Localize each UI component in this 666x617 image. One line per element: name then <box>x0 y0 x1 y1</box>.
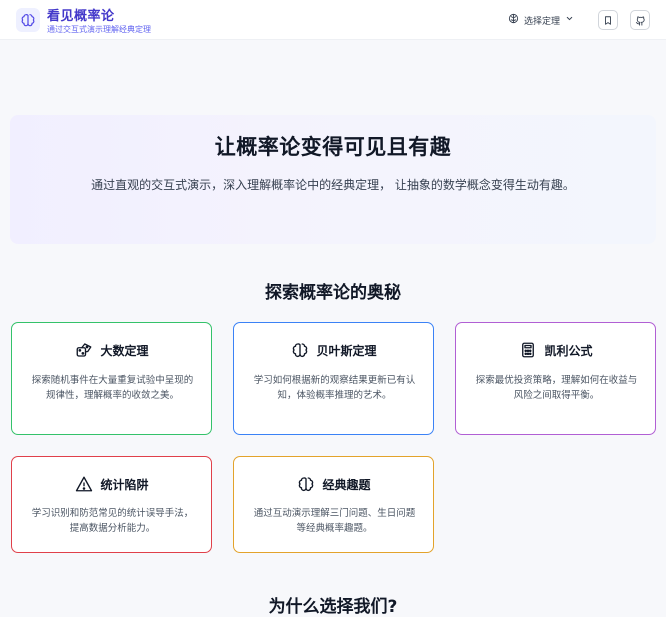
theme-select-dropdown[interactable]: 选择定理 <box>508 12 574 28</box>
hero-title: 让概率论变得可见且有趣 <box>214 135 452 159</box>
app-subtitle: 通过交互式演示理解经典定理 <box>47 25 151 34</box>
why-us-title: 为什么选择我们? <box>268 597 398 617</box>
card-description: 探索最优投资策略，理解如何在收益与风险之间取得平衡。 <box>475 375 638 401</box>
card-description: 探索随机事件在大量重复试验中呈现的规律性，理解概率的收敛之美。 <box>31 375 194 401</box>
brain-icon <box>290 340 310 360</box>
card-classic-puzzles[interactable]: 经典趣题 通过互动演示理解三门问题、生日问题等经典概率趣题。 <box>233 456 434 553</box>
card-title: 贝叶斯定理 <box>316 343 377 358</box>
chevron-down-icon <box>565 14 574 26</box>
calculator-icon <box>518 340 538 360</box>
card-title: 大数定理 <box>100 343 149 358</box>
hero-subtitle: 通过直观的交互式演示，深入理解概率论中的经典定理， 让抽象的数学概念变得生动有趣… <box>91 178 575 192</box>
github-icon <box>635 11 646 30</box>
warning-icon <box>74 474 94 494</box>
app-header: 看见概率论 通过交互式演示理解经典定理 选择定理 <box>0 0 666 40</box>
dice-icon <box>74 340 94 360</box>
bookmark-button[interactable] <box>598 10 618 30</box>
card-description: 通过互动演示理解三门问题、生日问题等经典概率趣题。 <box>253 508 416 534</box>
card-description: 学习识别和防范常见的统计误导手法，提高数据分析能力。 <box>31 508 194 534</box>
theme-select-label: 选择定理 <box>524 16 561 27</box>
card-kelly-formula[interactable]: 凯利公式 探索最优投资策略，理解如何在收益与风险之间取得平衡。 <box>455 322 656 435</box>
github-button[interactable] <box>630 10 650 30</box>
brain-icon <box>296 474 316 494</box>
card-bayes-theorem[interactable]: 贝叶斯定理 学习如何根据新的观察结果更新已有认知，体验概率推理的艺术。 <box>233 322 434 435</box>
card-title: 经典趣题 <box>322 477 371 492</box>
card-statistical-traps[interactable]: 统计陷阱 学习识别和防范常见的统计误导手法，提高数据分析能力。 <box>11 456 212 553</box>
card-title: 凯利公式 <box>544 343 593 358</box>
bookmark-icon <box>603 11 613 30</box>
card-law-of-large-numbers[interactable]: 大数定理 探索随机事件在大量重复试验中呈现的规律性，理解概率的收敛之美。 <box>11 322 212 435</box>
card-title: 统计陷阱 <box>100 477 149 492</box>
card-description: 学习如何根据新的观察结果更新已有认知，体验概率推理的艺术。 <box>253 375 416 401</box>
app-title[interactable]: 看见概率论 <box>47 5 115 24</box>
brain-icon[interactable] <box>16 8 40 32</box>
brain-icon <box>508 13 519 27</box>
section-title: 探索概率论的奥秘 <box>265 283 401 303</box>
